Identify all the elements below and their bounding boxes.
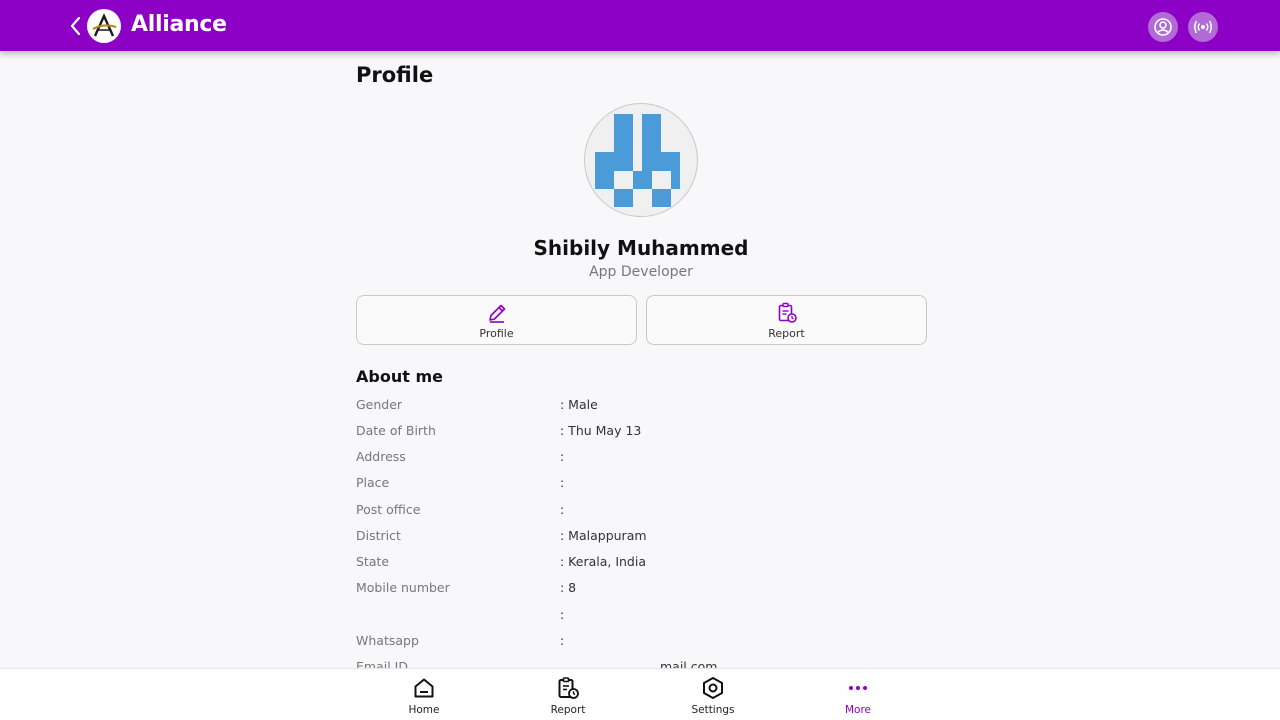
report-label: Report [768, 327, 805, 340]
field-date-of-birth: Date of Birth : Thu May 13 [356, 423, 928, 445]
bottom-navigation: Home Report Settings More [0, 668, 1280, 720]
home-icon [379, 675, 469, 701]
field-value: : [560, 449, 565, 464]
field-whatsapp: Whatsapp : [356, 633, 928, 655]
avatar [584, 103, 698, 217]
field-value: : [560, 475, 565, 490]
field-address: Address : [356, 449, 928, 471]
field-unlabeled: : [356, 607, 928, 629]
user-role: App Developer [589, 264, 693, 280]
field-value: : Thu May 13 [560, 423, 642, 438]
profile-content: Profile Shibily Muhammed App Developer P… [356, 51, 928, 668]
more-icon [813, 675, 903, 701]
nav-settings[interactable]: Settings [668, 675, 758, 719]
field-value: : [560, 502, 565, 517]
back-arrow-icon[interactable] [66, 14, 86, 38]
nav-report[interactable]: Report [523, 675, 613, 719]
field-label: District [356, 528, 401, 543]
field-mobile-number: Mobile number : 8 [356, 580, 928, 602]
broadcast-icon[interactable] [1188, 12, 1218, 42]
field-label: Gender [356, 397, 403, 412]
report-icon [523, 675, 613, 701]
field-state: State : Kerala, India [356, 554, 928, 576]
field-label: Mobile number [356, 580, 450, 595]
nav-label: Report [550, 704, 586, 716]
nav-label: Home [408, 704, 440, 716]
field-label: Email ID [356, 659, 408, 668]
field-label: Date of Birth [356, 423, 436, 438]
edit-profile-button[interactable]: Profile [356, 295, 637, 345]
field-label: Post office [356, 502, 421, 517]
nav-label: More [844, 704, 872, 716]
field-label: State [356, 554, 390, 569]
field-value: : 8 [560, 580, 577, 595]
field-label: Whatsapp [356, 633, 419, 648]
nav-home[interactable]: Home [379, 675, 469, 719]
edit-profile-label: Profile [479, 327, 514, 340]
field-value: mail.com [660, 659, 718, 668]
user-name: Shibily Muhammed [533, 236, 749, 260]
field-value: : [560, 607, 565, 622]
nav-label: Settings [691, 704, 735, 716]
field-value: : Malappuram [560, 528, 647, 543]
field-post-office: Post office : [356, 502, 928, 524]
field-label: Address [356, 449, 406, 464]
report-icon [647, 302, 926, 324]
pencil-icon [357, 302, 636, 324]
settings-icon [668, 675, 758, 701]
field-email-id: Email ID mail.com [356, 659, 928, 668]
report-button[interactable]: Report [646, 295, 927, 345]
app-logo [87, 9, 121, 43]
app-header: Alliance [0, 0, 1280, 51]
nav-more[interactable]: More [813, 675, 903, 719]
field-value: : Male [560, 397, 598, 412]
field-place: Place : [356, 475, 928, 497]
app-title: Alliance [131, 12, 227, 37]
page-title: Profile [356, 63, 434, 87]
field-value: : Kerala, India [560, 554, 647, 569]
field-district: District : Malappuram [356, 528, 928, 550]
account-icon[interactable] [1148, 12, 1178, 42]
field-label: Place [356, 475, 390, 490]
field-gender: Gender : Male [356, 397, 928, 419]
about-me-heading: About me [356, 367, 443, 386]
field-value: : [560, 633, 565, 648]
